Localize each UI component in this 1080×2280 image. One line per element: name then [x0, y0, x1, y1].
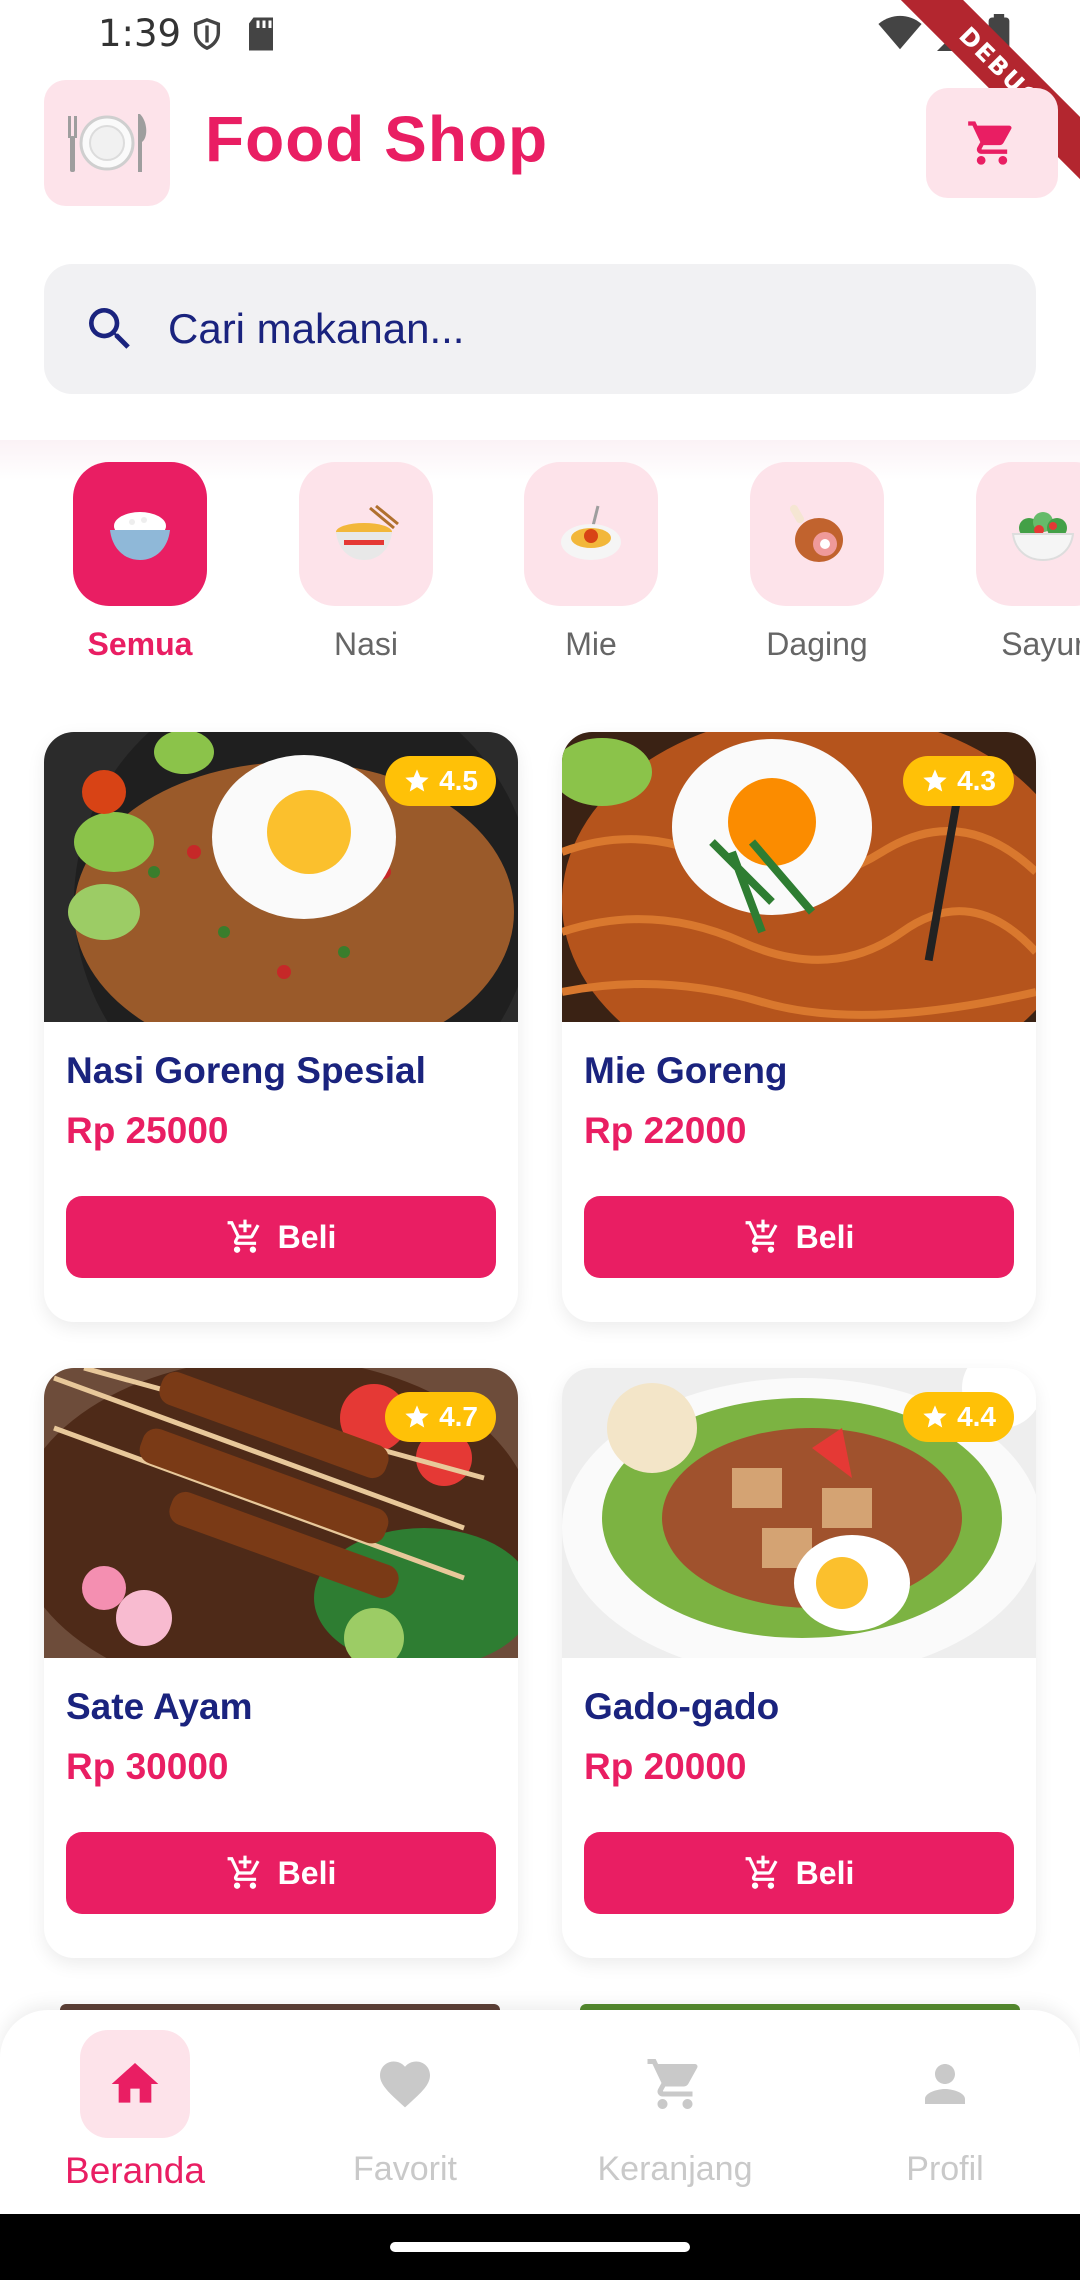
rating-badge: 4.5 [385, 756, 496, 806]
category-label: Daging [766, 626, 868, 662]
product-price: Rp 25000 [66, 1110, 229, 1151]
category-icon-box [976, 462, 1080, 606]
cart-icon [647, 2059, 698, 2109]
buy-button-label: Beli [277, 1854, 337, 1891]
category-label: Sayur [1001, 626, 1080, 662]
category-mie[interactable]: Mie [511, 462, 671, 663]
buy-button[interactable]: Beli [66, 1832, 496, 1914]
plate-cutlery-icon [68, 114, 147, 172]
add-to-cart-icon [227, 1855, 260, 1889]
category-icon-box [73, 462, 207, 606]
buy-button[interactable]: Beli [584, 1196, 1014, 1278]
buy-button[interactable]: Beli [584, 1832, 1014, 1914]
nav-beranda[interactable]: Beranda [15, 2030, 255, 2192]
category-daging[interactable]: Daging [737, 462, 897, 663]
product-card[interactable]: 4.5 Nasi Goreng Spesial Rp 25000 Beli [44, 732, 518, 1322]
buy-button[interactable]: Beli [66, 1196, 496, 1278]
status-time: 1:39 [98, 12, 182, 55]
buy-button-label: Beli [795, 1854, 855, 1891]
spaghetti-icon [561, 505, 621, 560]
nav-icon-box [350, 2030, 460, 2138]
product-price: Rp 20000 [584, 1746, 747, 1787]
salad-icon [1011, 512, 1075, 562]
nav-label: Favorit [353, 2150, 457, 2188]
product-card[interactable]: 4.7 Sate Ayam Rp 30000 Beli [44, 1368, 518, 1958]
nav-icon-box [890, 2030, 1000, 2138]
product-price: Rp 30000 [66, 1746, 229, 1787]
star-icon [405, 769, 429, 792]
rating-badge: 4.4 [903, 1392, 1014, 1442]
cart-icon [968, 121, 1012, 165]
status-notification-icons [190, 16, 276, 52]
rating-value: 4.5 [439, 765, 478, 796]
add-to-cart-icon [745, 1855, 778, 1889]
home-icon [111, 2063, 159, 2103]
system-gesture-bar [0, 2214, 1080, 2280]
add-to-cart-icon [745, 1219, 778, 1253]
meat-icon [790, 504, 843, 562]
buy-button-label: Beli [277, 1218, 337, 1255]
search-input[interactable] [168, 305, 968, 353]
rating-badge: 4.7 [385, 1392, 496, 1442]
product-name: Nasi Goreng Spesial [66, 1050, 426, 1091]
category-icon-box [750, 462, 884, 606]
nav-icon-box [620, 2030, 730, 2138]
heart-icon [380, 2061, 430, 2108]
app-screen: 1:39 DEBUG Food Shop Cari makanan... Sem… [0, 0, 1080, 2280]
nav-profil[interactable]: Profil [825, 2030, 1065, 2189]
home-gesture-handle[interactable] [390, 2242, 690, 2252]
product-price: Rp 22000 [584, 1110, 747, 1151]
search-bar[interactable] [44, 264, 1036, 394]
rating-badge: 4.3 [903, 756, 1014, 806]
nav-label: Profil [906, 2150, 984, 2188]
add-to-cart-icon [227, 1219, 260, 1253]
category-semua[interactable]: Semua [60, 462, 220, 663]
category-label: Semua [87, 626, 193, 662]
product-card[interactable]: 4.4 Gado-gado Rp 20000 Beli [562, 1368, 1036, 1958]
star-icon [405, 1405, 429, 1428]
cart-button[interactable] [926, 88, 1058, 198]
rating-value: 4.3 [957, 765, 996, 796]
product-name: Sate Ayam [66, 1686, 253, 1727]
status-bar: 1:39 DEBUG [0, 0, 1080, 190]
category-list: Semua Nasi Mie Daging Sayur [0, 440, 1080, 680]
rating-value: 4.7 [439, 1401, 478, 1432]
rice-bowl-icon [110, 512, 170, 560]
search-icon [89, 308, 130, 349]
category-sayur[interactable]: Sayur [963, 462, 1080, 663]
category-icon-box [524, 462, 658, 606]
rating-value: 4.4 [957, 1401, 996, 1432]
nav-label: Keranjang [597, 2150, 753, 2188]
product-card[interactable]: 4.3 Mie Goreng Rp 22000 Beli [562, 732, 1036, 1322]
app-title: Food Shop [205, 103, 549, 175]
category-nasi[interactable]: Nasi [286, 462, 446, 663]
category-label: Nasi [333, 626, 398, 662]
star-icon [923, 769, 947, 792]
star-icon [923, 1405, 947, 1428]
person-icon [925, 2064, 965, 2104]
shield-icon [193, 18, 221, 51]
sd-card-icon [249, 17, 273, 51]
bottom-navigation: Beranda Favorit Keranjang Profil [0, 2010, 1080, 2214]
wifi-icon [878, 15, 922, 50]
app-logo [44, 80, 170, 206]
app-header: Food Shop [0, 80, 1080, 210]
buy-button-label: Beli [795, 1218, 855, 1255]
product-name: Gado-gado [584, 1686, 780, 1727]
nav-favorit[interactable]: Favorit [285, 2030, 525, 2189]
noodle-bowl-icon [336, 504, 399, 560]
nav-keranjang[interactable]: Keranjang [555, 2030, 795, 2189]
nav-icon-box [80, 2030, 190, 2138]
category-label: Mie [565, 626, 617, 662]
product-name: Mie Goreng [584, 1050, 788, 1091]
nav-label: Beranda [65, 2150, 205, 2191]
category-icon-box [299, 462, 433, 606]
